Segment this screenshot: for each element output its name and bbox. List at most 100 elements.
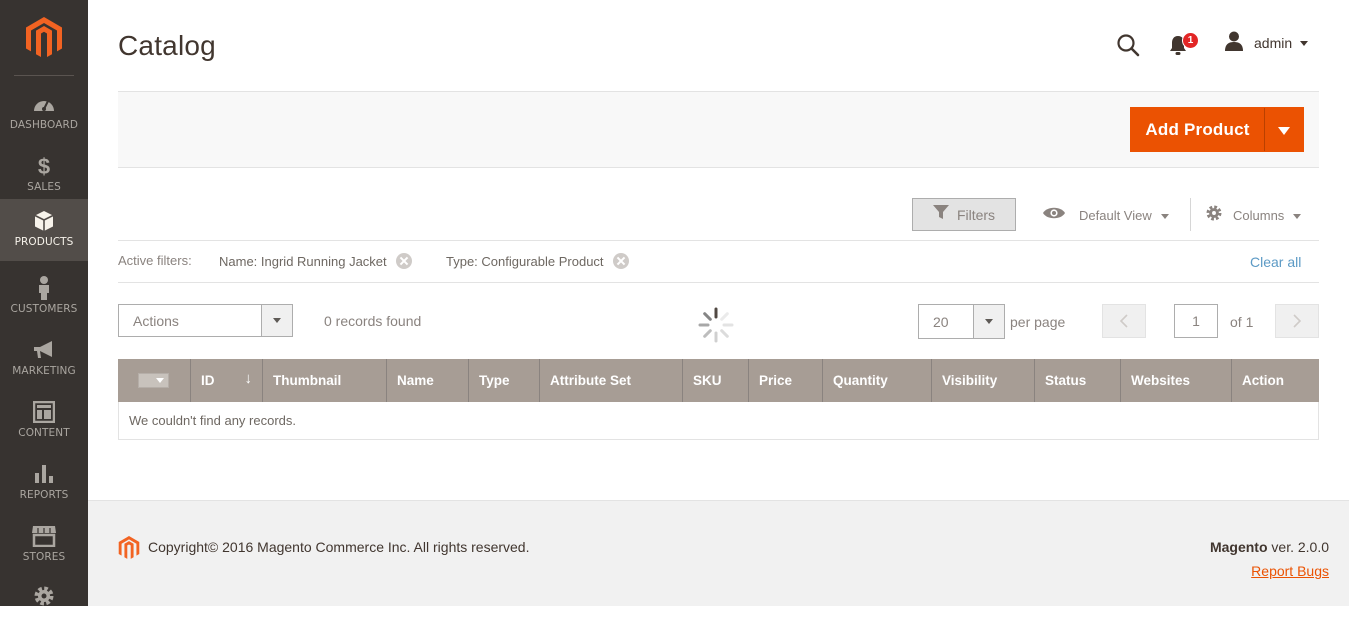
actions-label: Actions bbox=[133, 312, 179, 329]
chevron-right-icon bbox=[1293, 314, 1302, 328]
gear-icon bbox=[1205, 204, 1223, 227]
chevron-down-icon bbox=[1300, 40, 1309, 46]
magento-logo-icon bbox=[26, 17, 62, 57]
grid-empty-message: We couldn't find any records. bbox=[118, 402, 1319, 440]
column-header-sku[interactable]: SKU bbox=[683, 359, 749, 402]
filters-button-label: Filters bbox=[956, 206, 996, 223]
person-icon bbox=[31, 276, 57, 300]
add-product-split-button[interactable]: Add Product bbox=[1130, 107, 1304, 152]
sidebar-item-label: SALES bbox=[27, 181, 61, 193]
column-header-label: Name bbox=[397, 373, 434, 388]
per-page-label: per page bbox=[1010, 314, 1066, 330]
column-header-action: Action bbox=[1232, 359, 1319, 402]
sidebar-item-customers[interactable]: CUSTOMERS bbox=[0, 266, 88, 328]
sidebar-item-label: MARKETING bbox=[12, 365, 76, 377]
loading-spinner-icon bbox=[697, 306, 735, 344]
active-filters-label: Active filters: bbox=[118, 253, 192, 268]
actions-toggle[interactable] bbox=[261, 305, 292, 336]
column-header-status[interactable]: Status bbox=[1035, 359, 1121, 402]
storefront-icon bbox=[31, 524, 57, 548]
chevron-down-icon bbox=[156, 378, 164, 383]
column-header-attribute-set[interactable]: Attribute Set bbox=[540, 359, 683, 402]
column-header-name[interactable]: Name bbox=[387, 359, 469, 402]
sidebar-item-products[interactable]: PRODUCTS bbox=[0, 199, 88, 261]
megaphone-icon bbox=[31, 338, 57, 362]
column-header-type[interactable]: Type bbox=[469, 359, 540, 402]
admin-user-menu[interactable]: admin bbox=[1224, 31, 1309, 55]
sidebar-item-dashboard[interactable]: DASHBOARD bbox=[0, 82, 88, 144]
default-view-label: Default View bbox=[1079, 207, 1152, 223]
magento-logo-icon bbox=[118, 536, 140, 560]
cube-icon bbox=[31, 209, 57, 233]
column-header-price[interactable]: Price bbox=[749, 359, 823, 402]
bar-chart-icon bbox=[31, 462, 57, 486]
mass-select-checkbox[interactable] bbox=[138, 373, 169, 388]
sidebar-item-stores[interactable]: STORES bbox=[0, 514, 88, 576]
dashboard-icon bbox=[31, 92, 57, 116]
sidebar-item-label: CUSTOMERS bbox=[10, 303, 78, 315]
magento-logo[interactable] bbox=[0, 0, 88, 76]
active-filter-chip: Type: Configurable Product bbox=[446, 252, 629, 270]
sidebar-item-label: DASHBOARD bbox=[9, 119, 79, 131]
chevron-down-icon bbox=[985, 319, 993, 324]
divider bbox=[118, 282, 1319, 283]
records-found-count: 0 records found bbox=[324, 313, 422, 329]
admin-username: admin bbox=[1254, 35, 1293, 51]
remove-filter-icon[interactable] bbox=[612, 253, 629, 269]
column-header-websites[interactable]: Websites bbox=[1121, 359, 1232, 402]
column-header-label: Type bbox=[479, 373, 510, 388]
remove-filter-icon[interactable] bbox=[395, 253, 412, 269]
sidebar-item-label: PRODUCTS bbox=[14, 236, 74, 248]
column-header-label: Thumbnail bbox=[273, 373, 342, 388]
product-name: Magento bbox=[1209, 539, 1268, 555]
filters-button[interactable]: Filters bbox=[912, 198, 1016, 231]
per-page-toggle[interactable] bbox=[973, 305, 1004, 338]
per-page-value: 20 bbox=[933, 313, 949, 330]
add-product-dropdown-toggle[interactable] bbox=[1265, 108, 1303, 151]
column-header-label: Visibility bbox=[942, 373, 998, 388]
active-filter-text: Name: Ingrid Running Jacket bbox=[219, 253, 387, 269]
column-header-label: Attribute Set bbox=[550, 373, 631, 388]
svg-text:$: $ bbox=[38, 154, 50, 178]
sidebar-item-marketing[interactable]: MARKETING bbox=[0, 328, 88, 390]
sidebar-item-label: CONTENT bbox=[18, 427, 70, 439]
column-header-label: ID bbox=[201, 373, 215, 388]
sidebar-item-sales[interactable]: $ SALES bbox=[0, 144, 88, 206]
column-header-label: Quantity bbox=[833, 373, 888, 388]
sidebar-item-reports[interactable]: REPORTS bbox=[0, 452, 88, 514]
mass-actions-select[interactable]: Actions bbox=[118, 304, 293, 337]
column-header-quantity[interactable]: Quantity bbox=[823, 359, 932, 402]
notifications-count-badge: 1 bbox=[1182, 32, 1199, 49]
sidebar-item-system[interactable] bbox=[0, 574, 88, 636]
search-icon[interactable] bbox=[1116, 33, 1140, 57]
chevron-down-icon bbox=[273, 318, 281, 323]
columns-label: Columns bbox=[1233, 207, 1285, 223]
active-filter-chip: Name: Ingrid Running Jacket bbox=[219, 252, 412, 270]
gear-icon bbox=[31, 584, 57, 608]
chevron-left-icon bbox=[1119, 314, 1128, 328]
dollar-icon: $ bbox=[31, 154, 57, 178]
previous-page-button[interactable] bbox=[1102, 304, 1146, 338]
report-bugs-link[interactable]: Report Bugs bbox=[1251, 563, 1329, 579]
funnel-icon bbox=[932, 205, 949, 224]
columns-dropdown[interactable]: Columns bbox=[1205, 204, 1302, 227]
mass-select-column[interactable] bbox=[118, 359, 191, 402]
column-header-visibility[interactable]: Visibility bbox=[932, 359, 1035, 402]
chevron-down-icon bbox=[1160, 213, 1169, 219]
column-header-label: Websites bbox=[1131, 373, 1191, 388]
next-page-button[interactable] bbox=[1275, 304, 1319, 338]
toolbar-divider bbox=[1190, 198, 1191, 231]
admin-sidebar: DASHBOARD $ SALES PRODUCTS CUSTOMERS MAR… bbox=[0, 0, 88, 606]
column-header-id[interactable]: ID ↓ bbox=[191, 359, 263, 402]
add-product-button[interactable]: Add Product bbox=[1131, 108, 1264, 151]
sidebar-item-label: REPORTS bbox=[19, 489, 69, 501]
per-page-select[interactable]: 20 bbox=[918, 304, 1005, 339]
column-header-thumbnail[interactable]: Thumbnail bbox=[263, 359, 387, 402]
active-filter-text: Type: Configurable Product bbox=[446, 253, 604, 269]
sidebar-item-content[interactable]: CONTENT bbox=[0, 390, 88, 452]
clear-all-filters-link[interactable]: Clear all bbox=[1250, 254, 1301, 270]
current-page-input[interactable]: 1 bbox=[1174, 304, 1218, 338]
default-view-dropdown[interactable]: Default View bbox=[1042, 204, 1169, 226]
column-header-label: Action bbox=[1242, 373, 1284, 388]
copyright-text: Copyright© 2016 Magento Commerce Inc. Al… bbox=[148, 539, 530, 555]
